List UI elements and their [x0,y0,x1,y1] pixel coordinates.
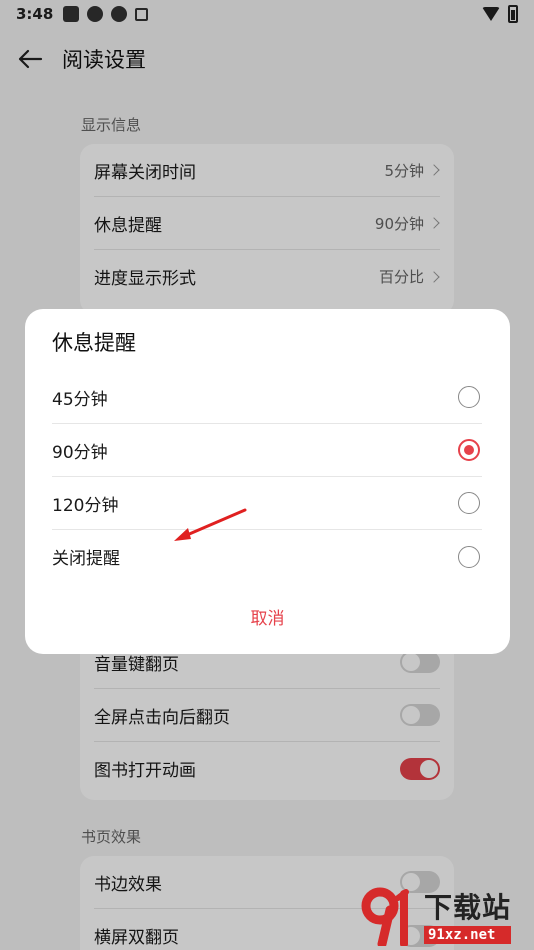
rest-reminder-dialog: 休息提醒 45分钟 90分钟 120分钟 关闭提醒 取消 [25,309,510,654]
option-45-min[interactable]: 45分钟 [52,371,482,424]
option-turn-off[interactable]: 关闭提醒 [52,530,482,583]
cancel-button[interactable]: 取消 [25,604,510,629]
watermark-name: 下载站 [424,891,512,924]
option-label: 45分钟 [52,389,108,410]
option-label: 关闭提醒 [52,549,120,569]
radio-unchecked-icon[interactable] [458,386,480,408]
dialog-title: 休息提醒 [52,331,136,355]
watermark-logo-icon [358,884,420,949]
option-90-min[interactable]: 90分钟 [52,424,482,477]
watermark-url: 91xz.net [424,926,512,944]
option-label: 120分钟 [52,495,119,516]
watermark: 下载站 91xz.net [358,880,534,950]
option-label: 90分钟 [52,442,108,463]
option-120-min[interactable]: 120分钟 [52,477,482,530]
annotation-arrow-icon [174,508,247,541]
radio-unchecked-icon[interactable] [458,492,480,514]
radio-unchecked-icon[interactable] [458,545,480,568]
radio-checked-icon[interactable] [458,439,480,461]
